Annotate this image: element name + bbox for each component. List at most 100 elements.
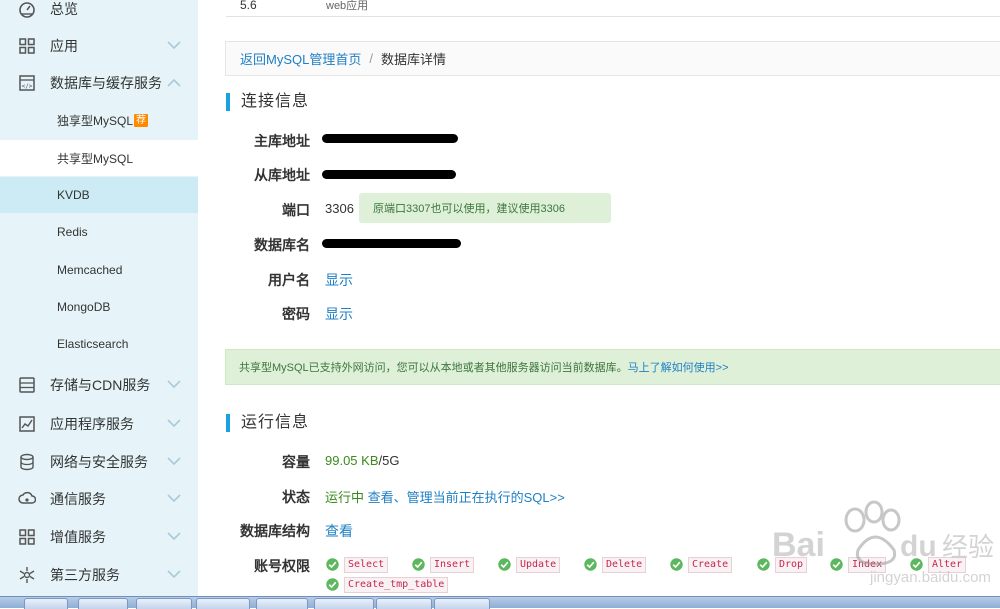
permission-item: Select [326,556,389,573]
taskbar-button[interactable] [314,598,374,609]
taskbar-button[interactable] [196,598,250,609]
sidebar-item-elasticsearch[interactable]: Elasticsearch [0,326,198,362]
permission-tag: Insert [430,556,475,573]
sidebar-item-redis[interactable]: Redis [0,214,198,250]
show-password-link[interactable]: 显示 [325,304,353,324]
database-box-icon: </> [19,75,35,91]
db-structure-label: 数据库结构 [240,523,310,539]
permission-item: Drop [757,556,808,573]
breadcrumb: 返回MySQL管理首页 / 数据库详情 [225,41,1000,76]
permission-tag: Drop [775,556,808,573]
sidebar-item-label: Memcached [57,263,123,277]
view-structure-link[interactable]: 查看 [325,521,353,541]
check-circle-icon [326,578,339,591]
chevron-down-icon [167,532,181,541]
check-circle-icon [584,558,597,571]
status-running: 运行中 [325,490,365,505]
port-label: 端口 [282,202,310,218]
chevron-down-icon [167,570,181,579]
nav-group-overview[interactable]: 总览 [0,0,198,27]
permission-tag: Index [848,556,887,573]
nav-group-label: 网络与安全服务 [50,454,148,470]
status-value: 运行中 查看、管理当前正在执行的SQL>> [325,487,565,506]
check-circle-icon [670,558,683,571]
capacity-value: 99.05 KB/5G [325,453,399,468]
permission-tag: Create [688,556,733,573]
nav-group-communication[interactable]: 通信服务 [0,481,198,517]
permission-tag: Update [516,556,561,573]
svg-text:</>: </> [22,83,33,90]
chevron-down-icon [167,41,181,50]
username-label: 用户名 [268,272,310,288]
nav-group-label: 增值服务 [50,529,106,545]
nav-group-label: 应用程序服务 [50,416,134,432]
breadcrumb-back-link[interactable]: 返回MySQL管理首页 [240,49,361,68]
check-circle-icon [412,558,425,571]
sidebar-item-label: KVDB [57,188,90,202]
taskbar-button[interactable] [434,598,490,609]
redacted-master-address [322,134,458,143]
mysql-version: 5.6 [240,0,257,12]
nav-group-value-added[interactable]: 增值服务 [0,519,198,555]
sidebar-item-memcached[interactable]: Memcached [0,252,198,288]
password-label: 密码 [282,306,310,322]
master-address-label: 主库地址 [254,133,310,149]
show-username-link[interactable]: 显示 [325,270,353,290]
communication-icon [18,491,36,504]
app-service-icon [19,416,35,432]
account-permissions-label: 账号权限 [254,558,310,574]
nav-group-label: 通信服务 [50,491,106,507]
external-access-notice: 共享型MySQL已支持外网访问，您可以从本地或者其他服务器访问当前数据库。 马上了… [225,349,1000,385]
sidebar-item-label: Elasticsearch [57,337,129,351]
permission-item: Insert [412,556,475,573]
taskbar-button[interactable] [78,598,128,609]
permission-item: Delete [584,556,647,573]
nav-group-label: 数据库与缓存服务 [50,75,162,91]
nav-group-app-services[interactable]: 应用程序服务 [0,406,198,442]
previous-table-row: 5.6 web应用 [226,0,1000,17]
chevron-up-icon [167,78,181,87]
breadcrumb-separator: / [369,51,373,66]
taskbar-button[interactable] [376,598,432,609]
section-title-connection: 连接信息 [226,93,309,111]
sidebar-item-kvdb[interactable]: KVDB [0,177,198,213]
sidebar-item-label: MongoDB [57,300,111,314]
chevron-down-icon [167,457,181,466]
capacity-label: 容量 [282,454,310,470]
notice-text: 共享型MySQL已支持外网访问，您可以从本地或者其他服务器访问当前数据库。 [239,362,628,374]
redacted-database-name [322,239,461,248]
capacity-total: /5G [378,453,400,468]
notice-learn-more-link[interactable]: 马上了解如何使用>> [628,359,729,375]
redacted-slave-address [322,170,456,179]
breadcrumb-current: 数据库详情 [380,52,446,67]
check-circle-icon [498,558,511,571]
permission-item: Index [830,556,887,573]
value-added-icon [19,529,35,545]
sidebar-item-mongodb[interactable]: MongoDB [0,289,198,325]
sidebar-item-shared-mysql[interactable]: 共享型MySQL [0,140,198,176]
chevron-down-icon [167,380,181,389]
permission-tag: Create_tmp_table [344,576,449,593]
sidebar-item-dedicated-mysql[interactable]: 独享型MySQL 荐 [0,102,198,138]
status-label: 状态 [282,489,310,505]
nav-group-database-cache[interactable]: </> 数据库与缓存服务 [0,65,198,101]
sidebar: 总览 应用 </> 数据库与缓存服务 独享型MySQL 荐 共享型MySQL KV… [0,0,198,596]
dashboard-icon [19,2,35,18]
nav-group-storage-cdn[interactable]: 存储与CDN服务 [0,367,198,403]
third-party-icon [19,567,35,583]
taskbar-button[interactable] [136,598,192,609]
taskbar-button[interactable] [24,598,68,609]
apps-grid-icon [19,38,35,54]
baidu-jingyan-watermark: Bai du 经验 jingyan.baidu.com [772,500,994,586]
network-security-icon [20,453,34,471]
nav-group-label: 总览 [50,1,78,17]
manage-running-sql-link[interactable]: 查看、管理当前正在执行的SQL>> [368,490,565,505]
nav-group-network-security[interactable]: 网络与安全服务 [0,444,198,480]
permission-tag: Delete [602,556,647,573]
check-circle-icon [326,558,339,571]
nav-group-apps[interactable]: 应用 [0,28,198,64]
taskbar-button[interactable] [256,598,308,609]
permission-item: Create_tmp_table [326,576,449,593]
nav-group-third-party[interactable]: 第三方服务 [0,557,198,593]
chevron-down-icon [167,419,181,428]
